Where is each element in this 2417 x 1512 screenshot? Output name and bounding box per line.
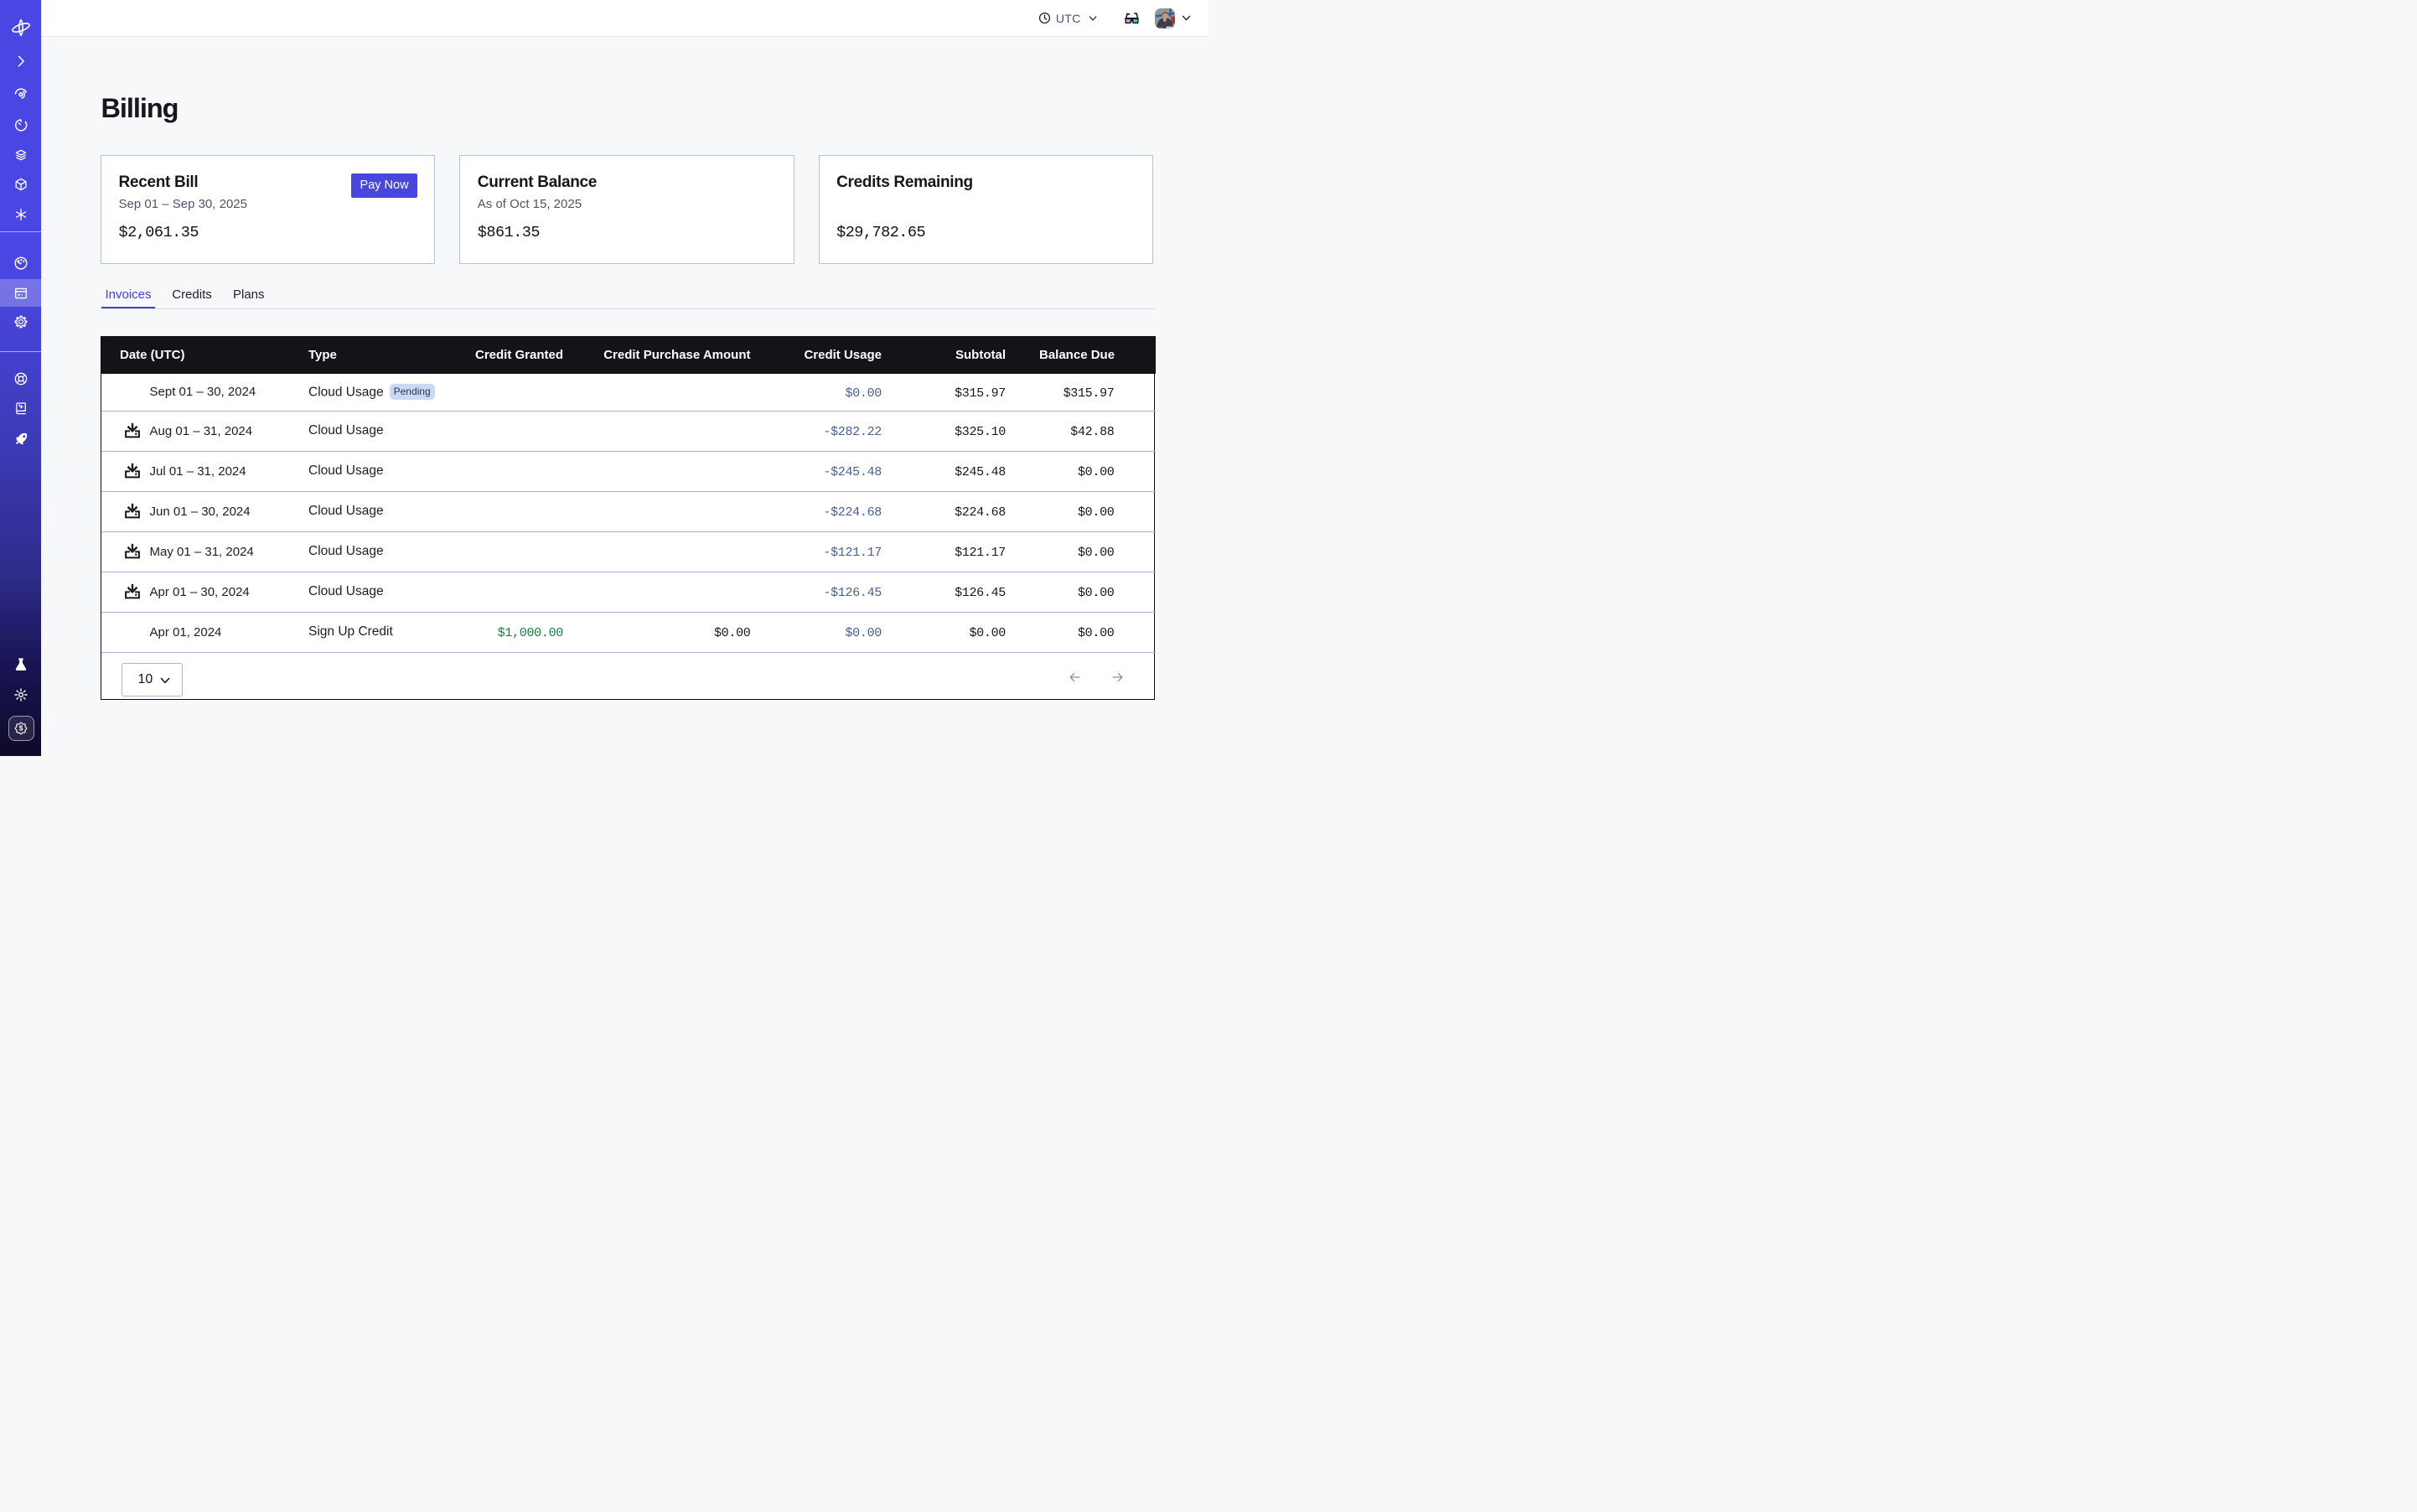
svg-text:$: $ [18, 725, 23, 733]
